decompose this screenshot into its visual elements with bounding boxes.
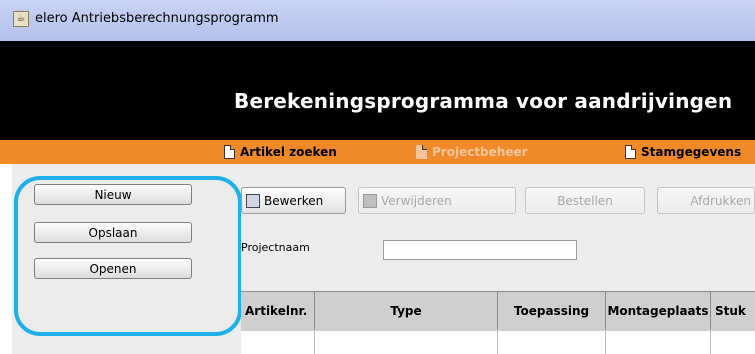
column-header-artikelnr[interactable]: Artikelnr.	[241, 292, 315, 330]
document-icon	[224, 145, 235, 159]
table-cell[interactable]	[241, 331, 315, 354]
table-cell[interactable]	[315, 331, 498, 354]
delete-button[interactable]: Verwijderen	[358, 187, 516, 214]
page-title: Berekeningsprogramma voor aandrijvingen	[234, 89, 733, 113]
column-header-toepassing[interactable]: Toepassing	[498, 292, 606, 330]
menu-item-label: Stamgegevens	[641, 145, 742, 159]
edit-button[interactable]: Bewerken	[241, 187, 346, 214]
menu-item-projectbeheer[interactable]: Projectbeheer	[416, 143, 528, 161]
edit-icon	[246, 193, 260, 208]
table-cell[interactable]	[711, 331, 755, 354]
new-button[interactable]: Nieuw	[34, 184, 192, 205]
edit-button-label: Bewerken	[264, 193, 324, 208]
table-cell[interactable]	[498, 331, 606, 354]
menu-item-stamgegevens[interactable]: Stamgegevens	[625, 143, 741, 161]
print-button-label: Afdrukken	[690, 193, 751, 208]
print-button[interactable]: Afdrukken	[657, 187, 755, 214]
order-button-label: Bestellen	[557, 193, 613, 208]
project-name-label: Projectnaam	[241, 241, 310, 254]
column-header-stuk[interactable]: Stuk	[711, 292, 755, 330]
column-header-type[interactable]: Type	[315, 292, 498, 330]
menu-item-artikel-zoeken[interactable]: Artikel zoeken	[224, 143, 337, 161]
open-button[interactable]: Openen	[34, 258, 192, 279]
order-button[interactable]: Bestellen	[525, 187, 645, 214]
trash-icon	[363, 193, 377, 208]
table-cell[interactable]	[606, 331, 711, 354]
save-button[interactable]: Opslaan	[34, 222, 192, 243]
window-title: elero Antriebsberechnungsprogramm	[35, 11, 279, 26]
column-header-montageplaats[interactable]: Montageplaats	[606, 292, 711, 330]
project-name-input[interactable]	[383, 240, 577, 260]
menu-item-label: Projectbeheer	[432, 145, 528, 159]
delete-button-label: Verwijderen	[381, 193, 452, 208]
app-icon: ☕	[13, 11, 29, 27]
document-icon	[416, 145, 427, 159]
menu-item-label: Artikel zoeken	[240, 145, 337, 159]
document-icon	[625, 145, 636, 159]
